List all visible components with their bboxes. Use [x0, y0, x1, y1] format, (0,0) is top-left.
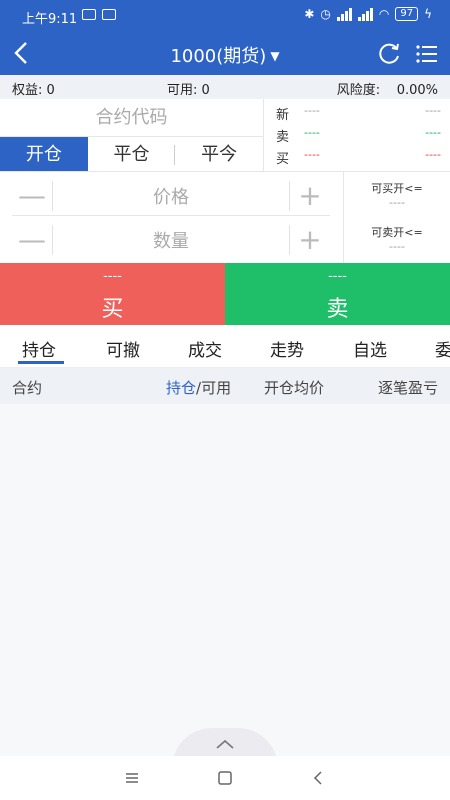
- col-position[interactable]: 持仓/可用: [166, 377, 231, 398]
- price-stepper: — 价格 +: [12, 176, 330, 216]
- signal-icon: [336, 7, 352, 21]
- positions-table-header: 合约 持仓/可用 开仓均价 逐笔盈亏: [0, 368, 450, 404]
- sell-button[interactable]: ---- 卖: [225, 263, 450, 325]
- tab-positions[interactable]: 持仓: [22, 336, 56, 361]
- positions-list: [0, 404, 450, 756]
- status-time: 上午9:11: [22, 12, 78, 27]
- quote-row-last: 新 ---- ----: [276, 104, 441, 123]
- alarm-icon: ◷: [320, 7, 331, 21]
- open-limits: 可买开<= ---- 可卖开<= ----: [343, 172, 450, 263]
- sell-price: ----: [328, 269, 347, 284]
- buy-price: ----: [103, 269, 122, 284]
- caret-down-icon: ▼: [270, 49, 280, 63]
- record-tabs: 持仓 可撤 成交 走势 自选 委: [0, 325, 450, 368]
- quantity-input[interactable]: 数量: [53, 227, 289, 253]
- battery-icon: 97: [395, 7, 419, 21]
- app-notification-icon: [102, 9, 116, 20]
- col-avg-price: 开仓均价: [264, 379, 325, 397]
- menu-icon[interactable]: [414, 41, 440, 67]
- price-input[interactable]: 价格: [53, 183, 289, 209]
- offset-tabs: 开仓 平仓 平今: [0, 137, 263, 172]
- quote-row-ask: 卖 ---- ----: [276, 126, 441, 145]
- risk-value: 风险度: 0.00%: [336, 83, 438, 98]
- can-buy-open-label: 可买开<=: [371, 182, 423, 195]
- contract-code-input[interactable]: [0, 99, 263, 137]
- trade-buttons: ---- 买 ---- 卖: [0, 263, 450, 325]
- qty-plus-button[interactable]: +: [290, 225, 330, 255]
- available-value: 可用: 0: [167, 83, 210, 98]
- message-icon: [82, 9, 96, 20]
- refresh-icon[interactable]: [376, 41, 402, 67]
- system-nav-bar: [0, 756, 450, 800]
- status-bar: 上午9:11 ✱ ◷ ◠ 97 ϟ: [0, 0, 450, 33]
- wifi-icon: ◠: [378, 7, 390, 21]
- home-nav-icon[interactable]: [215, 768, 235, 788]
- equity-value: 权益: 0: [12, 83, 55, 98]
- quote-panel: 新 ---- ---- 卖 ---- ---- 买 ---- ----: [263, 99, 450, 172]
- tab-cancellable[interactable]: 可撤: [106, 336, 140, 361]
- price-plus-button[interactable]: +: [290, 181, 330, 211]
- nav-bar: 1000(期货) ▼: [0, 33, 450, 75]
- col-pnl: 逐笔盈亏: [377, 379, 438, 397]
- sell-label: 卖: [326, 297, 349, 322]
- buy-label: 买: [101, 297, 124, 322]
- page-title: 1000(期货): [170, 46, 267, 67]
- tab-trades[interactable]: 成交: [188, 336, 222, 361]
- tab-open[interactable]: 开仓: [0, 137, 88, 171]
- tab-trend[interactable]: 走势: [270, 336, 304, 361]
- signal-icon-2: [357, 7, 373, 21]
- quote-row-bid: 买 ---- ----: [276, 148, 441, 167]
- tab-watchlist[interactable]: 自选: [353, 336, 387, 361]
- bluetooth-icon: ✱: [304, 7, 315, 21]
- menu-nav-icon[interactable]: [122, 768, 142, 788]
- tab-orders[interactable]: 委: [435, 336, 450, 361]
- active-tab-indicator: [18, 361, 64, 364]
- quantity-stepper: — 数量 +: [12, 220, 330, 260]
- buy-button[interactable]: ---- 买: [0, 263, 225, 325]
- chevron-up-icon: [216, 739, 234, 749]
- qty-minus-button[interactable]: —: [12, 225, 52, 255]
- back-nav-icon[interactable]: [308, 768, 328, 788]
- tab-close-today[interactable]: 平今: [175, 137, 263, 171]
- account-summary: 权益: 0 可用: 0 风险度: 0.00%: [0, 75, 450, 99]
- system-icons: ✱ ◷ ◠ 97 ϟ: [304, 7, 432, 21]
- price-minus-button[interactable]: —: [12, 181, 52, 211]
- can-sell-open-label: 可卖开<=: [371, 226, 423, 239]
- col-contract: 合约: [12, 379, 43, 397]
- can-sell-open-value: ----: [389, 240, 405, 253]
- charging-icon: ϟ: [424, 7, 432, 21]
- notification-icons: [82, 9, 116, 20]
- can-buy-open-value: ----: [389, 196, 405, 209]
- tab-close[interactable]: 平仓: [88, 137, 176, 171]
